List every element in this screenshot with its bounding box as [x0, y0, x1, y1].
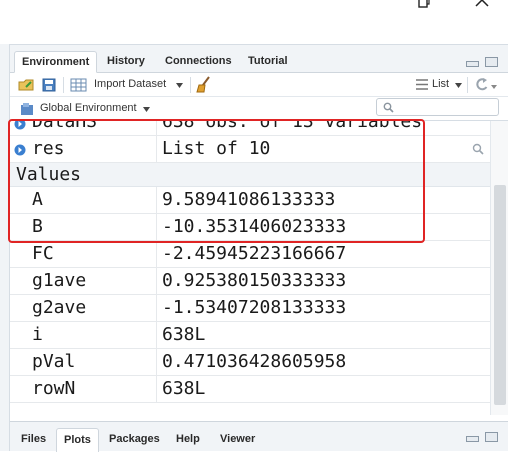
column-divider	[156, 136, 157, 163]
vertical-scrollbar[interactable]	[490, 121, 508, 415]
object-value: 638 obs. of 13 variables	[162, 121, 423, 132]
environment-dropdown[interactable]: Global Environment	[40, 102, 137, 114]
column-divider	[156, 241, 157, 268]
column-divider	[156, 349, 157, 376]
left-pane-edge	[0, 44, 10, 451]
chevron-down-icon[interactable]	[143, 107, 150, 112]
tab-environment[interactable]: Environment	[14, 51, 98, 73]
list-view-icon	[416, 79, 428, 90]
list-item[interactable]: g2ave -1.53407208133333	[10, 295, 490, 322]
environment-toolbar: Import Dataset List	[10, 73, 508, 97]
chevron-down-icon[interactable]	[455, 83, 462, 88]
list-item[interactable]: i 638L	[10, 322, 490, 349]
tab-history[interactable]: History	[100, 51, 152, 73]
values-section-header: Values	[10, 163, 490, 187]
tab-packages[interactable]: Packages	[102, 428, 167, 452]
object-value: List of 10	[162, 138, 271, 159]
tab-viewer[interactable]: Viewer	[213, 428, 262, 452]
view-object-search-icon[interactable]	[472, 143, 484, 155]
object-name: DataHS	[32, 121, 98, 132]
import-dataset-icon[interactable]	[70, 78, 88, 92]
list-item[interactable]: pVal 0.471036428605958	[10, 349, 490, 376]
files-pane-tabbar: Files Plots Packages Help Viewer	[10, 421, 508, 452]
chevron-down-icon[interactable]	[176, 83, 183, 88]
object-name: res	[32, 138, 65, 159]
toolbar-separator	[467, 77, 468, 93]
tab-help[interactable]: Help	[169, 428, 207, 452]
column-divider	[156, 268, 157, 295]
column-divider	[156, 121, 157, 136]
environment-selector-bar: Global Environment	[10, 97, 508, 121]
expand-arrow-icon[interactable]	[14, 121, 26, 130]
tab-connections[interactable]: Connections	[158, 51, 239, 73]
variable-value: 9.58941086133333	[162, 189, 336, 210]
variable-name: FC	[32, 243, 54, 264]
variable-value: -1.53407208133333	[162, 297, 347, 318]
variable-name: B	[32, 216, 43, 237]
minimize-pane-icon[interactable]	[466, 436, 479, 442]
scrollbar-thumb[interactable]	[494, 185, 506, 405]
expand-arrow-icon[interactable]	[14, 144, 26, 156]
broom-icon[interactable]	[196, 76, 212, 93]
variable-name: rowN	[32, 378, 76, 399]
variable-value: -10.3531406023333	[162, 216, 347, 237]
list-item[interactable]: DataHS 638 obs. of 13 variables	[10, 121, 490, 136]
section-label: Values	[16, 164, 82, 185]
variable-name: i	[32, 324, 43, 345]
variable-value: 0.925380150333333	[162, 270, 347, 291]
environment-pane: Environment History Connections Tutorial…	[10, 44, 508, 415]
maximize-pane-icon[interactable]	[485, 432, 498, 442]
list-item[interactable]: B -10.3531406023333	[10, 214, 490, 241]
variable-value: 638L	[162, 378, 206, 399]
variable-value: 0.471036428605958	[162, 351, 347, 372]
column-divider	[156, 187, 157, 214]
tab-tutorial[interactable]: Tutorial	[241, 51, 295, 73]
variable-name: pVal	[32, 351, 76, 372]
minimize-pane-icon[interactable]	[466, 61, 479, 67]
import-dataset-button[interactable]: Import Dataset	[94, 78, 166, 90]
load-workspace-icon[interactable]	[18, 78, 36, 92]
window-titlebar	[0, 0, 508, 44]
column-divider	[156, 322, 157, 349]
r-environment-icon	[21, 103, 33, 115]
environment-object-list: DataHS 638 obs. of 13 variables res List…	[10, 121, 508, 415]
list-item[interactable]: g1ave 0.925380150333333	[10, 268, 490, 295]
close-window-icon[interactable]	[474, 0, 490, 8]
column-divider	[156, 376, 157, 403]
variable-value: 638L	[162, 324, 206, 345]
view-mode-dropdown[interactable]: List	[432, 78, 449, 90]
maximize-pane-icon[interactable]	[485, 57, 498, 67]
restore-window-icon[interactable]	[418, 0, 430, 8]
variable-name: A	[32, 189, 43, 210]
toolbar-separator	[63, 77, 64, 93]
list-item[interactable]: FC -2.45945223166667	[10, 241, 490, 268]
variable-name: g1ave	[32, 270, 87, 291]
variable-name: g2ave	[32, 297, 87, 318]
tab-plots[interactable]: Plots	[56, 428, 99, 452]
column-divider	[156, 295, 157, 322]
column-divider	[156, 214, 157, 241]
refresh-icon[interactable]	[473, 77, 497, 93]
list-item[interactable]: rowN 638L	[10, 376, 490, 403]
pane-tabbar: Environment History Connections Tutorial	[10, 45, 508, 73]
list-item[interactable]: A 9.58941086133333	[10, 187, 490, 214]
tab-files[interactable]: Files	[14, 428, 53, 452]
list-item[interactable]: res List of 10	[10, 136, 490, 163]
save-workspace-icon[interactable]	[42, 78, 56, 92]
search-icon	[383, 102, 394, 113]
search-input[interactable]	[376, 98, 499, 116]
toolbar-separator	[190, 77, 191, 93]
variable-value: -2.45945223166667	[162, 243, 347, 264]
